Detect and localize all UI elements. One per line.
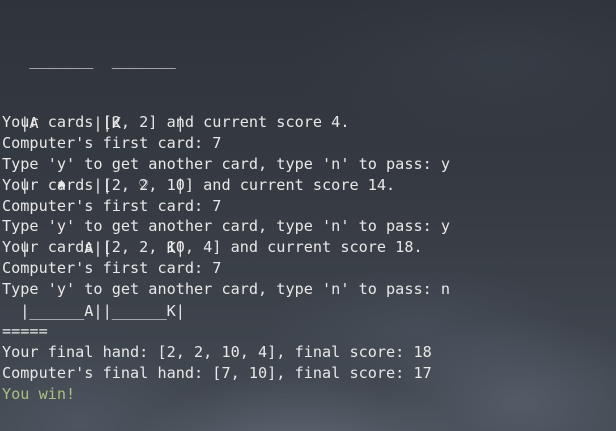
computer-first-card-line: Computer's first card: 7 bbox=[2, 133, 222, 152]
player-cards-line: Your cards [2, 2, 10, 4] and current sco… bbox=[2, 238, 423, 257]
prompt-line: Type 'y' to get another card, type 'n' t… bbox=[2, 154, 451, 173]
computer-first-card-line: Computer's first card: 7 bbox=[2, 259, 222, 278]
player-cards-line: Your cards [2, 2] and current score 4. bbox=[2, 113, 350, 131]
player-final-hand-line: Your final hand: [2, 2, 10, 4], final sc… bbox=[2, 342, 432, 361]
prompt-line: Type 'y' to get another card, type 'n' t… bbox=[2, 217, 451, 236]
separator-line: ===== bbox=[2, 321, 48, 340]
player-cards-line: Your cards [2, 2, 10] and current score … bbox=[2, 175, 396, 194]
prompt-line: Type 'y' to get another card, type 'n' t… bbox=[2, 280, 451, 299]
computer-final-hand-line: Computer's final hand: [7, 10], final sc… bbox=[2, 363, 432, 382]
card-ascii-art: _______ _______ |A ||K | | ♠ || ♡ | | A|… bbox=[2, 8, 616, 320]
computer-first-card-line: Computer's first card: 7 bbox=[2, 196, 222, 215]
result-line: You win! bbox=[2, 384, 76, 403]
ascii-art-line: _______ _______ bbox=[2, 50, 176, 69]
terminal-output: _______ _______ |A ||K | | ♠ || ♡ | | A|… bbox=[2, 8, 616, 404]
